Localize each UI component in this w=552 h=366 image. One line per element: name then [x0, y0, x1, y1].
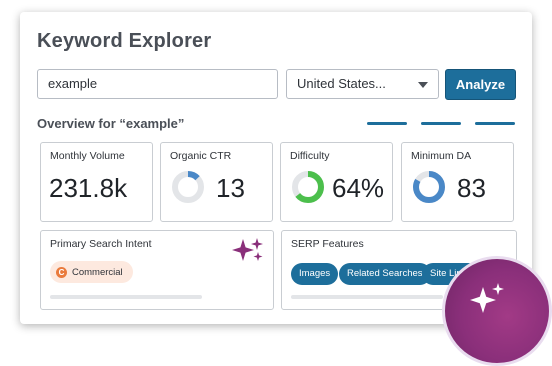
sparkle-icon [232, 238, 263, 261]
sparkle-icon [470, 283, 504, 313]
metric-label: Difficulty [290, 150, 330, 162]
ctr-donut [172, 171, 204, 203]
metric-minimum-da: Minimum DA 83 [401, 142, 514, 222]
metric-value: 231.8k [49, 173, 128, 203]
intent-badge: C Commercial [50, 261, 133, 283]
intent-badge-label: Commercial [72, 266, 123, 278]
carousel-dot-3[interactable] [475, 122, 515, 125]
metric-value: 83 [457, 173, 486, 203]
country-select-value: United States... [297, 76, 386, 91]
analyze-button[interactable]: Analyze [445, 69, 516, 100]
panel-label: Primary Search Intent [50, 238, 152, 250]
loading-placeholder [50, 295, 202, 299]
da-donut [413, 171, 445, 203]
metric-value: 13 [216, 173, 245, 203]
overview-heading: Overview for “example” [37, 116, 185, 131]
metric-difficulty: Difficulty 64% [280, 142, 393, 222]
metric-label: Minimum DA [411, 150, 472, 162]
primary-search-intent-panel: Primary Search Intent C Commercial [40, 230, 274, 310]
metric-label: Organic CTR [170, 150, 232, 162]
serp-pill-related-searches[interactable]: Related Searches [339, 263, 431, 285]
carousel-dot-1[interactable] [367, 122, 407, 125]
carousel-dot-2[interactable] [421, 122, 461, 125]
metric-value: 64% [332, 173, 385, 203]
loading-placeholder [291, 295, 443, 299]
difficulty-donut [292, 171, 324, 203]
chevron-down-icon [418, 82, 428, 88]
metric-monthly-volume: Monthly Volume 231.8k [40, 142, 153, 222]
ai-assistant-button[interactable] [442, 256, 552, 366]
metric-label: Monthly Volume [50, 150, 125, 162]
commercial-icon: C [56, 266, 67, 278]
country-select[interactable]: United States... [286, 69, 439, 99]
keyword-input[interactable]: example [37, 69, 278, 99]
metric-organic-ctr: Organic CTR 13 [160, 142, 273, 222]
page-title: Keyword Explorer [37, 30, 212, 52]
panel-label: SERP Features [291, 238, 364, 250]
serp-pill-images[interactable]: Images [291, 263, 339, 285]
